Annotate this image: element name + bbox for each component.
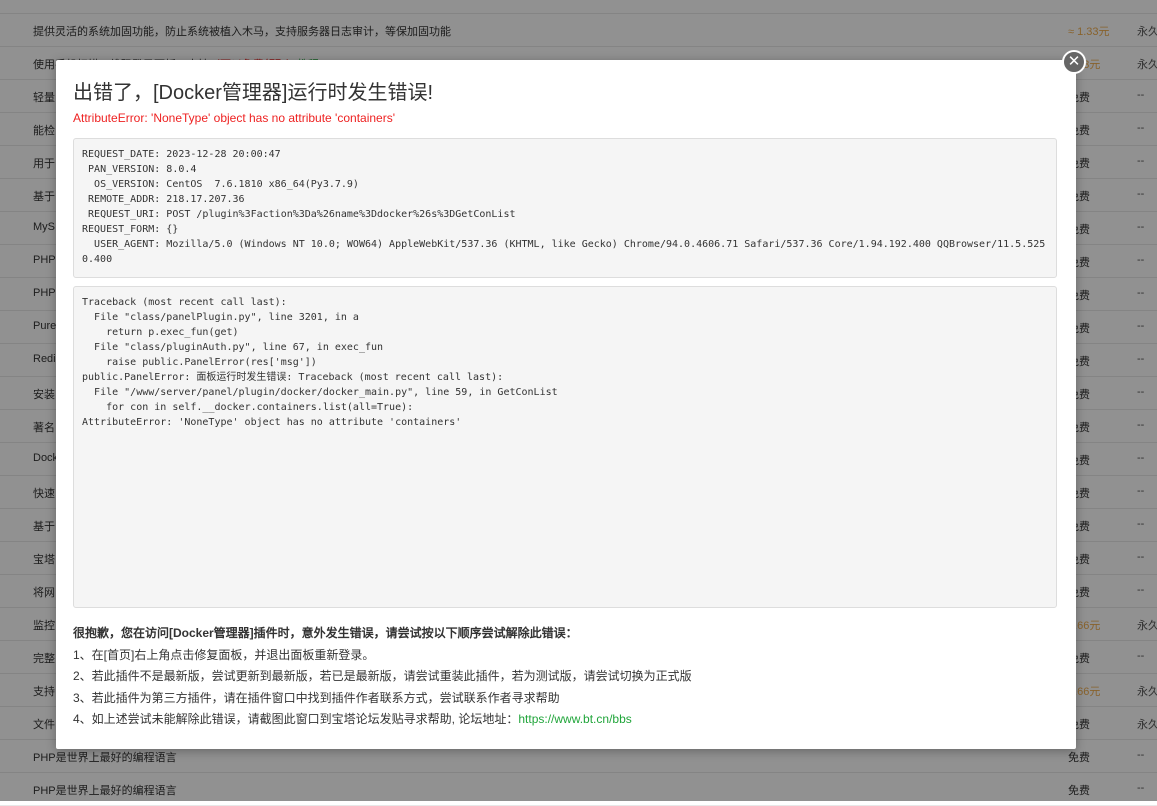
traceback-box[interactable]: Traceback (most recent call last): File … — [73, 286, 1057, 608]
help-section: 很抱歉，您在访问[Docker管理器]插件时，意外发生错误，请尝试按以下顺序尝试… — [73, 623, 1057, 731]
error-dialog: 出错了，[Docker管理器]运行时发生错误! AttributeError: … — [56, 60, 1076, 749]
help-step-2: 2、若此插件不是最新版，尝试更新到最新版，若已是最新版，请尝试重装此插件，若为测… — [73, 669, 692, 683]
help-step-4-text: 4、如上述尝试未能解除此错误，请截图此窗口到宝塔论坛发贴寻求帮助, 论坛地址： — [73, 712, 519, 726]
request-info-box[interactable]: REQUEST_DATE: 2023-12-28 20:00:47 PAN_VE… — [73, 138, 1057, 278]
error-message: AttributeError: 'NoneType' object has no… — [73, 111, 396, 125]
dialog-title: 出错了，[Docker管理器]运行时发生错误! — [73, 82, 434, 104]
help-step-4: 4、如上述尝试未能解除此错误，请截图此窗口到宝塔论坛发贴寻求帮助, 论坛地址：h… — [73, 709, 1057, 731]
close-icon[interactable]: ✕ — [1062, 50, 1086, 74]
forum-link[interactable]: https://www.bt.cn/bbs — [518, 712, 631, 726]
help-step-1: 1、在[首页]右上角点击修复面板，并退出面板重新登录。 — [73, 647, 375, 662]
help-step-3: 3、若此插件为第三方插件，请在插件窗口中找到插件作者联系方式，尝试联系作者寻求帮… — [73, 690, 560, 705]
help-title: 很抱歉，您在访问[Docker管理器]插件时，意外发生错误，请尝试按以下顺序尝试… — [73, 626, 578, 640]
